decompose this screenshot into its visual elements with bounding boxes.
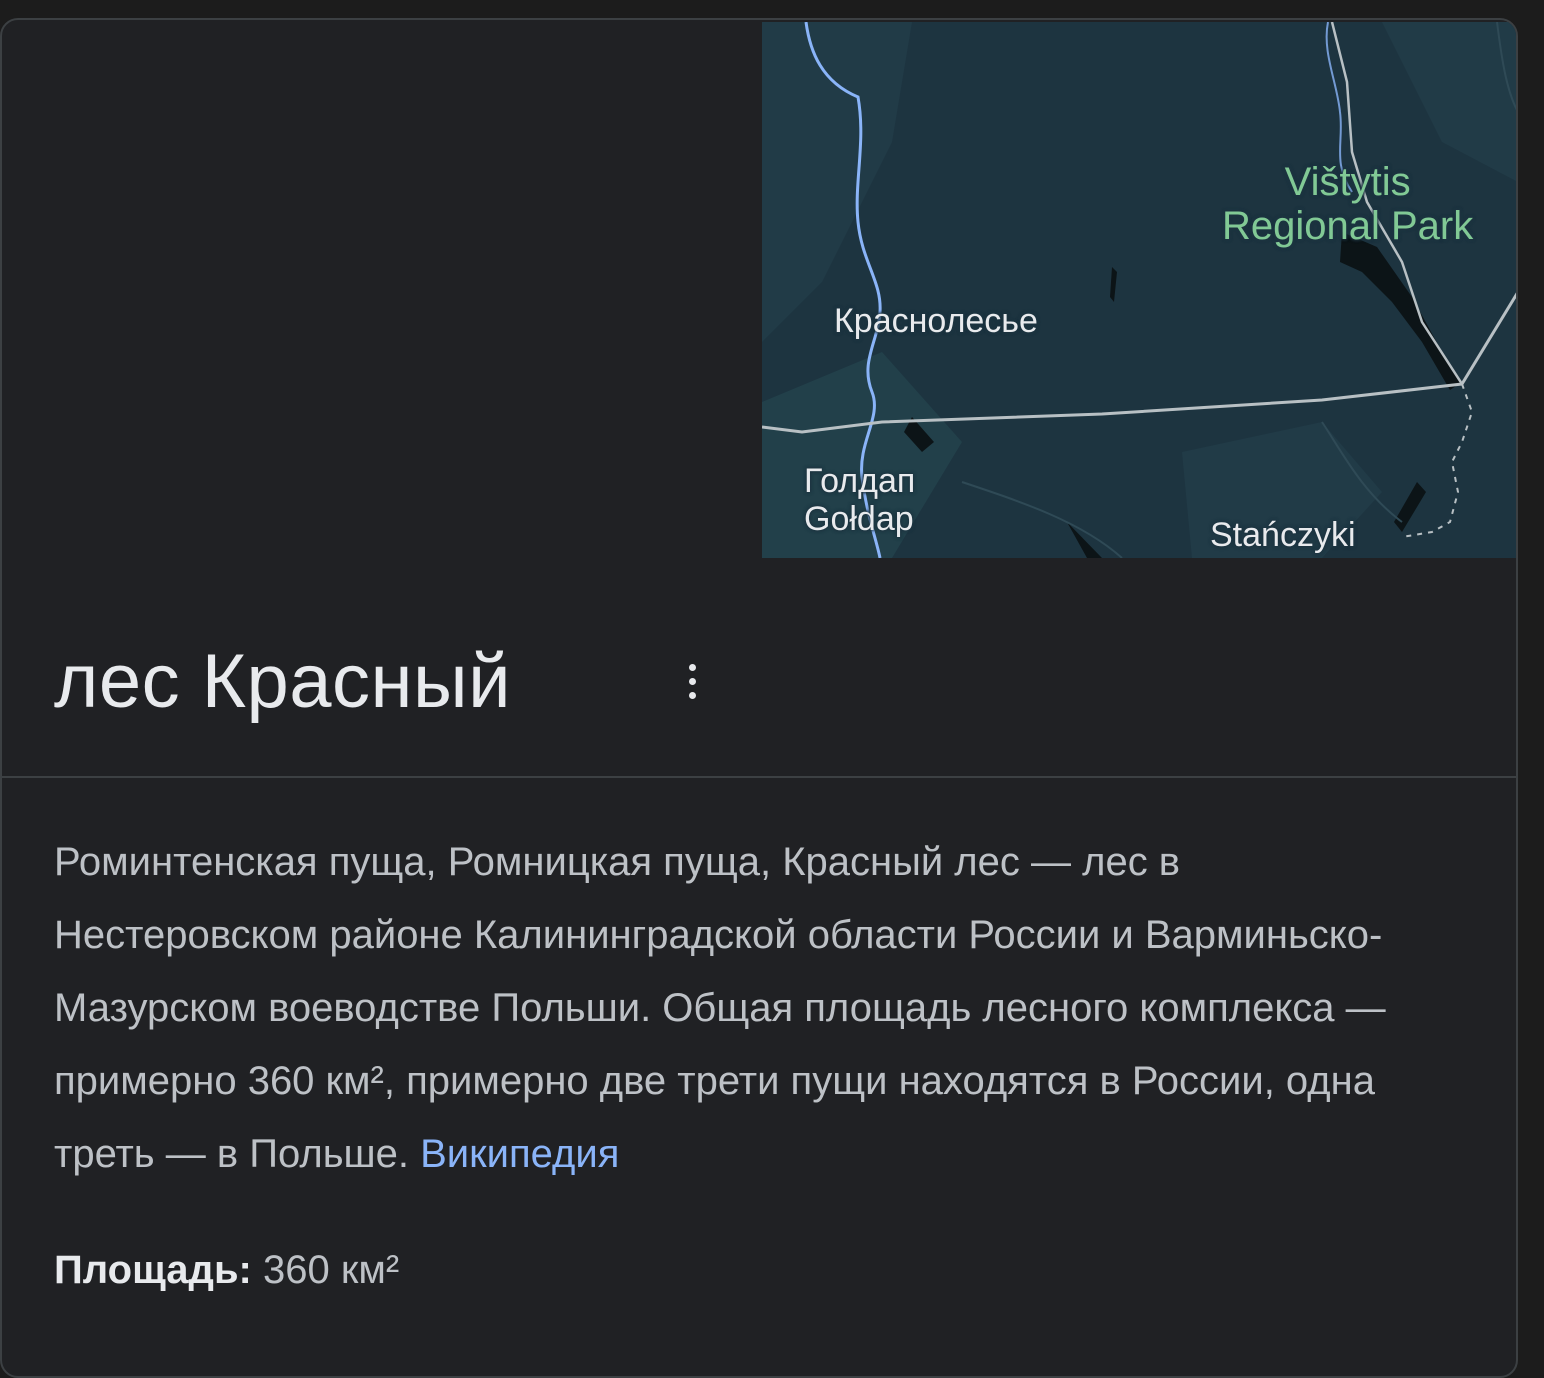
- map-label-goldap-pl: Gołdap: [804, 500, 914, 538]
- map-label-goldap-ru: Голдап: [804, 462, 916, 500]
- fact-area: Площадь: 360 км²: [54, 1242, 399, 1298]
- more-options-button[interactable]: [668, 658, 716, 706]
- wikipedia-link[interactable]: Википедия: [420, 1132, 619, 1176]
- more-vertical-icon-dot: [689, 664, 696, 671]
- entity-description: Роминтенская пуща, Ромницкая пуща, Красн…: [54, 826, 1454, 1191]
- map-label-vistytis-line2: Regional Park: [1222, 204, 1474, 248]
- title-row: лес Красный: [2, 630, 1516, 766]
- more-vertical-icon-dot: [689, 678, 696, 685]
- map-label-krasnolesye: Краснолесье: [834, 302, 1038, 340]
- entity-title: лес Красный: [54, 639, 512, 724]
- fact-area-label: Площадь:: [54, 1248, 252, 1292]
- map-label-vistytis-park: Vištytis Regional Park: [1222, 160, 1473, 248]
- fact-area-value: 360 км²: [262, 1248, 400, 1292]
- map-thumbnail[interactable]: Краснолесье Голдап Gołdap Stańczyki Višt…: [762, 22, 1516, 558]
- more-vertical-icon-dot: [689, 692, 696, 699]
- section-divider: [2, 776, 1516, 778]
- map-label-stanczyki: Stańczyki: [1210, 516, 1356, 554]
- map-label-goldap: Голдап Gołdap: [804, 462, 915, 538]
- knowledge-panel-card: Краснолесье Голдап Gołdap Stańczyki Višt…: [0, 18, 1518, 1378]
- map-label-vistytis-line1: Vištytis: [1284, 160, 1411, 204]
- description-text: Роминтенская пуща, Ромницкая пуща, Красн…: [54, 840, 1386, 1176]
